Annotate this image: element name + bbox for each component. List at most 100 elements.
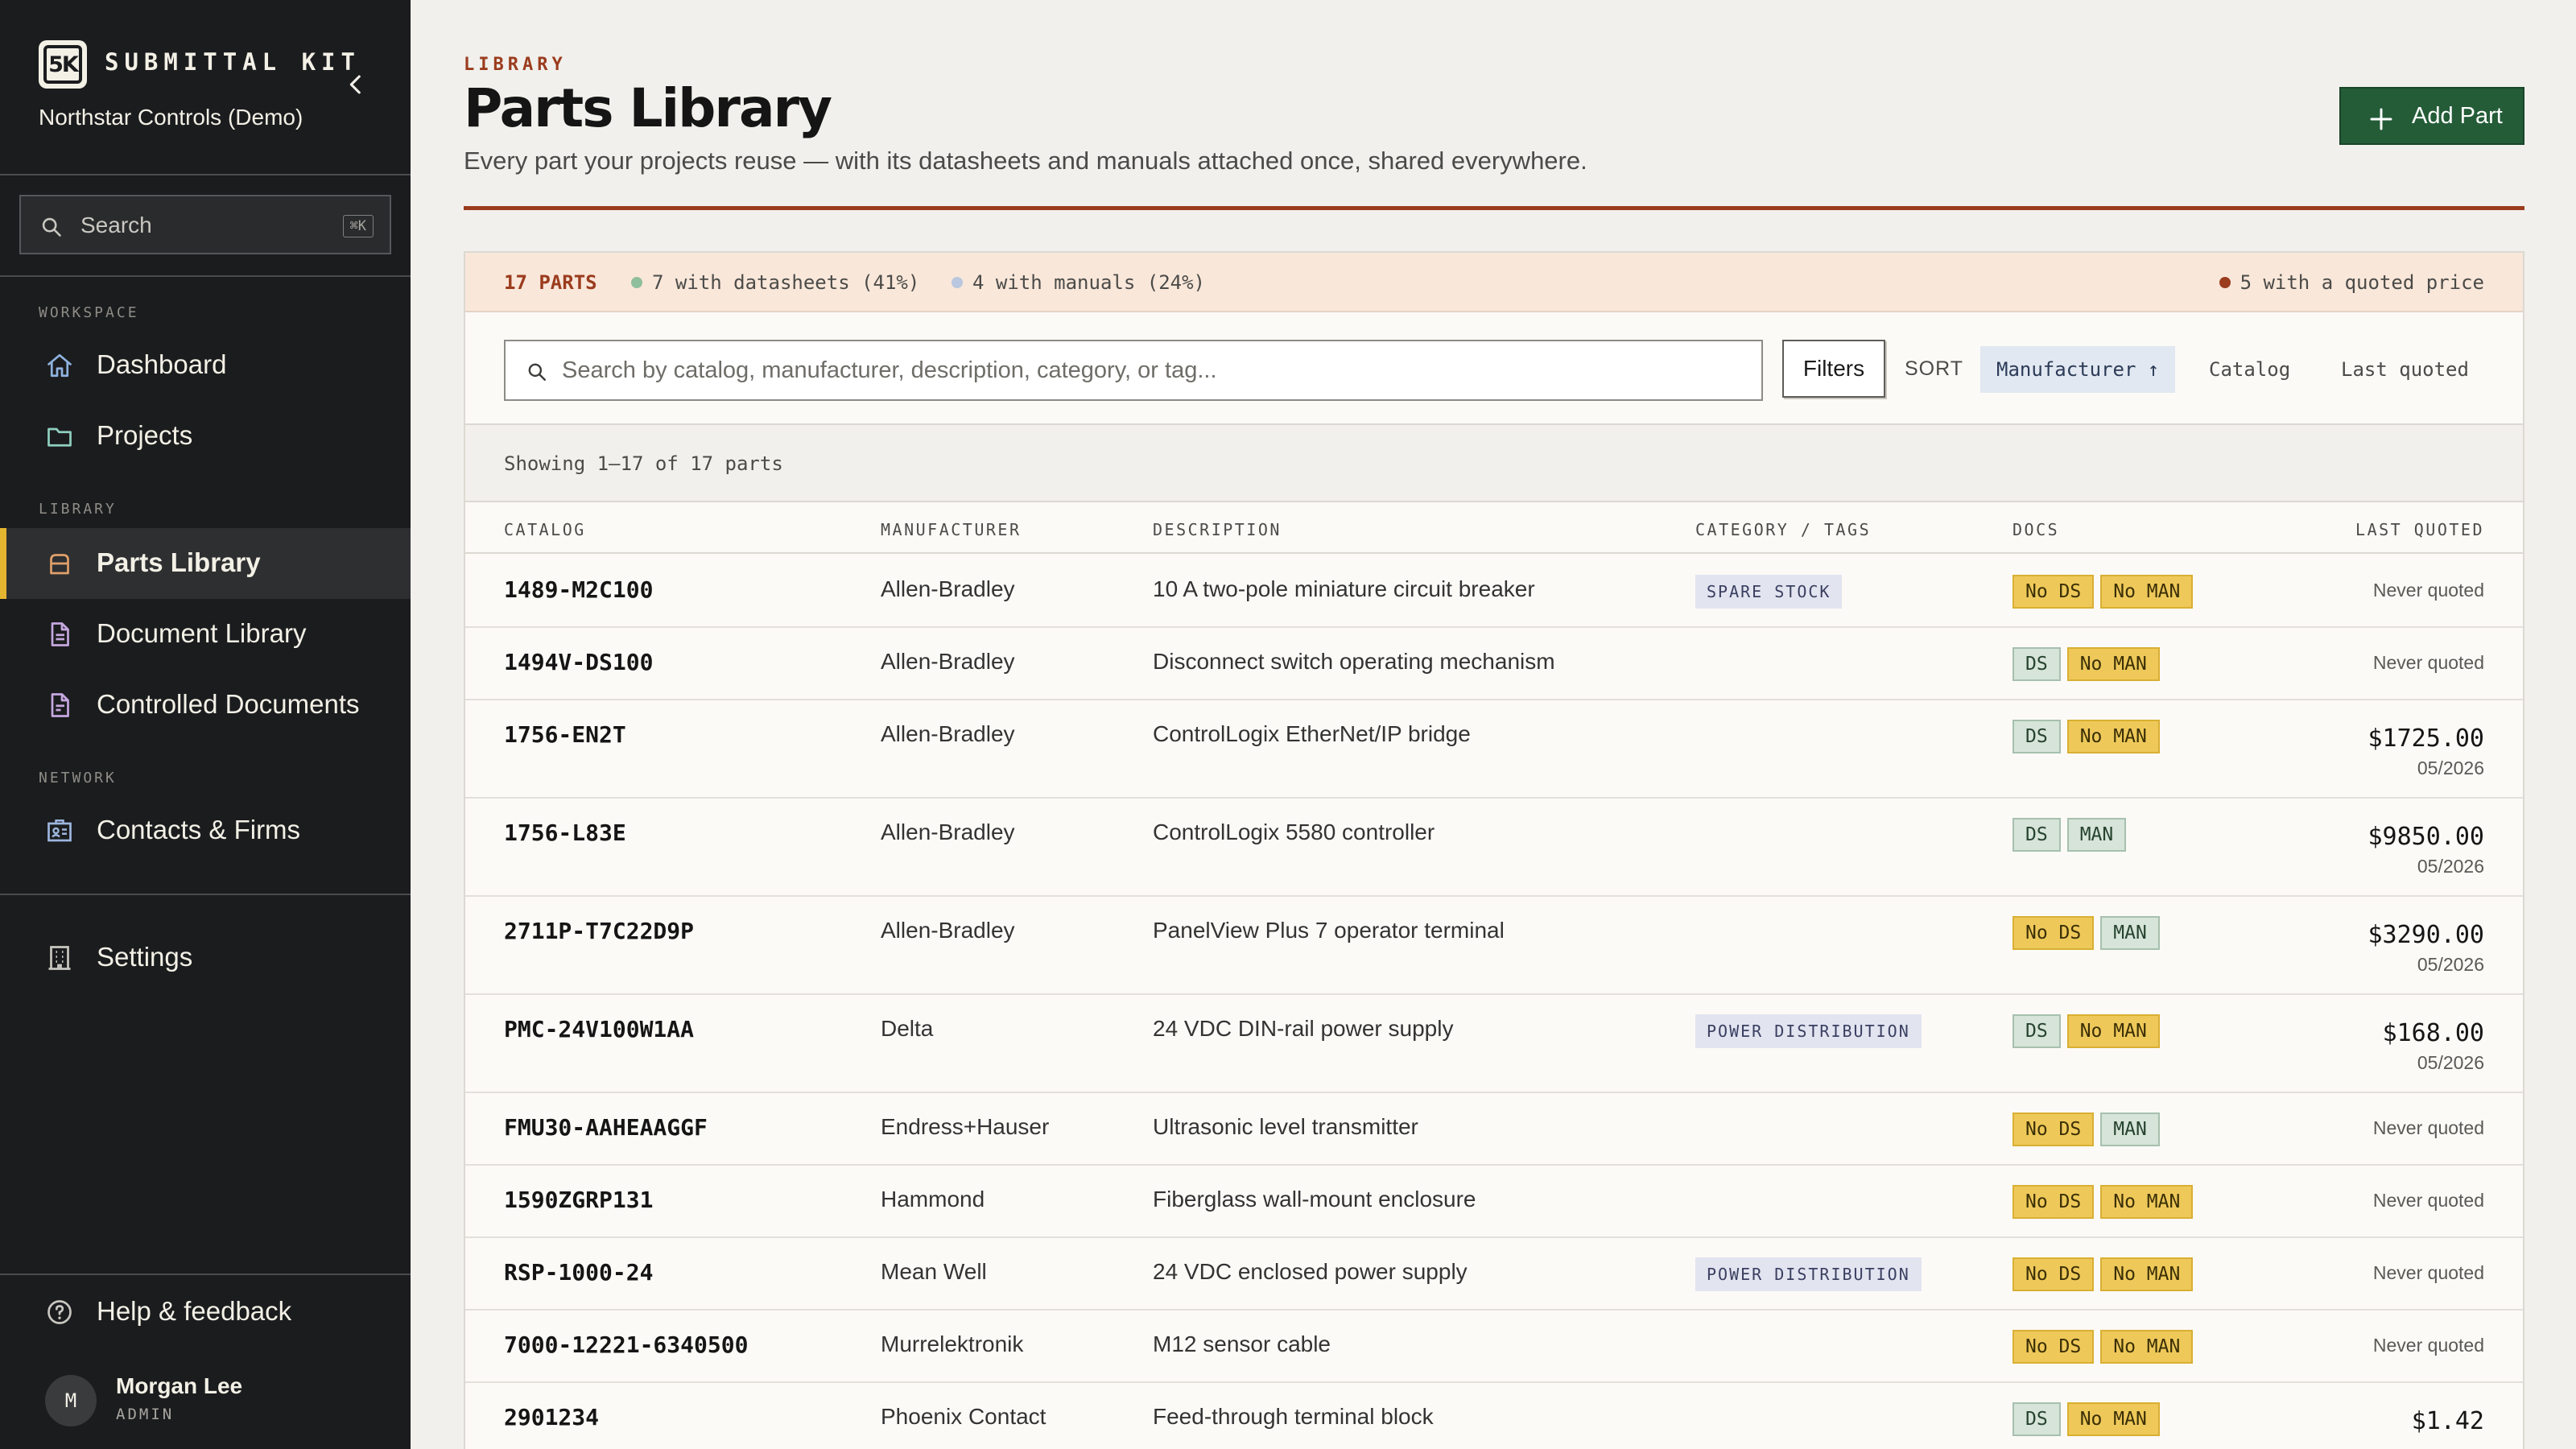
category-tag[interactable]: POWER DISTRIBUTION: [1695, 1257, 1922, 1291]
toolbar: Filters SORT Manufacturer ↑ Catalog Last…: [465, 312, 2523, 425]
sidebar-item-help-feedback[interactable]: Help & feedback: [0, 1277, 411, 1348]
datasheet-badge[interactable]: DS: [2013, 1014, 2061, 1048]
table-row[interactable]: FMU30-AAHEAAGGF Endress+Hauser Ultrasonic …: [465, 1093, 2523, 1166]
catalog-cell[interactable]: 2711P-T7C22D9P: [504, 918, 694, 944]
column-header[interactable]: CATALOG: [504, 520, 586, 539]
sidebar-item-controlled-documents[interactable]: Controlled Documents: [0, 670, 411, 741]
manufacturer-cell: Phoenix Contact: [881, 1404, 1046, 1429]
collapse-sidebar-button[interactable]: [342, 71, 369, 98]
manual-badge[interactable]: MAN: [2100, 1113, 2160, 1146]
quoted-date: 05/2026: [2417, 954, 2484, 975]
datasheet-badge[interactable]: No DS: [2013, 916, 2095, 950]
sidebar-item-projects[interactable]: Projects: [0, 401, 411, 472]
table-row[interactable]: 1590ZGRP131 Hammond Fiberglass wall-mount …: [465, 1166, 2523, 1238]
column-header[interactable]: DESCRIPTION: [1153, 520, 1282, 539]
catalog-cell[interactable]: 1756-EN2T: [504, 721, 626, 748]
quoted-price: $1.42: [2411, 1407, 2484, 1435]
docs-cell: No DS No MAN: [2013, 575, 2194, 609]
docs-cell: DS No MAN: [2013, 647, 2160, 681]
docs-cell: No DS No MAN: [2013, 1330, 2194, 1364]
datasheets-stat-text: 7 with datasheets (41%): [652, 271, 920, 294]
parts-search-input[interactable]: [562, 341, 1745, 399]
user-name: Morgan Lee: [116, 1373, 243, 1398]
table-row[interactable]: PMC-24V100W1AA Delta 24 VDC DIN-rail power…: [465, 995, 2523, 1093]
datasheet-badge[interactable]: No DS: [2013, 1257, 2095, 1291]
sidebar-item-dashboard[interactable]: Dashboard: [0, 330, 411, 401]
manual-badge[interactable]: No MAN: [2100, 1330, 2194, 1364]
column-header[interactable]: CATEGORY / TAGS: [1695, 520, 1871, 539]
catalog-cell[interactable]: 2901234: [504, 1404, 599, 1430]
table-row[interactable]: 7000-12221-6340500 Murrelektronik M12 sens…: [465, 1311, 2523, 1383]
datasheet-badge[interactable]: DS: [2013, 647, 2061, 681]
table-row[interactable]: 2901234 Phoenix Contact Feed-through termi…: [465, 1383, 2523, 1449]
never-quoted-text: Never quoted: [2372, 1190, 2484, 1211]
datasheet-badge[interactable]: No DS: [2013, 1113, 2095, 1146]
sidebar-item-parts-library[interactable]: Parts Library: [0, 528, 411, 599]
filters-button[interactable]: Filters: [1782, 340, 1885, 398]
manual-badge[interactable]: No MAN: [2100, 1257, 2194, 1291]
catalog-cell[interactable]: 1489-M2C100: [504, 576, 653, 603]
datasheets-stat: 7 with datasheets (41%): [631, 271, 919, 294]
table-row[interactable]: 1494V-DS100 Allen-Bradley Disconnect switc…: [465, 628, 2523, 700]
table-row[interactable]: 1756-EN2T Allen-Bradley ControlLogix Ether…: [465, 700, 2523, 799]
category-tag[interactable]: POWER DISTRIBUTION: [1695, 1014, 1922, 1048]
manual-badge[interactable]: No MAN: [2066, 1014, 2160, 1048]
sidebar-item-label: Controlled Documents: [97, 689, 360, 719]
sidebar-item-settings[interactable]: Settings: [0, 923, 411, 993]
manual-badge[interactable]: No MAN: [2066, 720, 2160, 753]
category-tag[interactable]: SPARE STOCK: [1695, 575, 1843, 609]
sidebar-item-document-library[interactable]: Document Library: [0, 599, 411, 670]
catalog-cell[interactable]: FMU30-AAHEAAGGF: [504, 1114, 708, 1141]
add-part-button[interactable]: Add Part: [2339, 87, 2524, 145]
datasheet-badge[interactable]: DS: [2013, 818, 2061, 852]
sidebar-item-label: Dashboard: [97, 349, 227, 379]
document-icon: [51, 622, 69, 646]
sort-last-quoted[interactable]: Last quoted: [2325, 346, 2485, 393]
column-header[interactable]: MANUFACTURER: [881, 520, 1022, 539]
catalog-cell[interactable]: PMC-24V100W1AA: [504, 1016, 694, 1042]
last-quoted-cell: Never quoted: [2373, 1262, 2484, 1284]
quoted-stat: 5 with a quoted price: [2219, 271, 2484, 294]
quoted-date: 05/2026: [2417, 856, 2484, 877]
sidebar-item-contacts-firms[interactable]: Contacts & Firms: [0, 795, 411, 866]
manual-badge[interactable]: MAN: [2066, 818, 2127, 852]
catalog-cell[interactable]: 1590ZGRP131: [504, 1187, 653, 1213]
column-header[interactable]: DOCS: [2013, 520, 2059, 539]
last-quoted-cell: Never quoted: [2373, 652, 2484, 674]
manufacturer-cell: Endress+Hauser: [881, 1114, 1050, 1139]
brand-logo[interactable]: 5K: [39, 40, 87, 89]
column-header[interactable]: LAST QUOTED: [2355, 520, 2484, 539]
manual-badge[interactable]: MAN: [2100, 916, 2160, 950]
datasheet-badge[interactable]: DS: [2013, 720, 2061, 753]
datasheet-badge[interactable]: No DS: [2013, 1185, 2095, 1219]
last-quoted-cell: Never quoted: [2373, 1190, 2484, 1212]
catalog-cell[interactable]: 1756-L83E: [504, 819, 626, 846]
manual-badge[interactable]: No MAN: [2100, 575, 2194, 609]
manual-badge[interactable]: No MAN: [2100, 1185, 2194, 1219]
sort-catalog[interactable]: Catalog: [2193, 346, 2306, 393]
table-row[interactable]: RSP-1000-24 Mean Well 24 VDC enclosed powe…: [465, 1238, 2523, 1311]
manufacturer-cell: Allen-Bradley: [881, 721, 1015, 746]
table-row[interactable]: 1489-M2C100 Allen-Bradley 10 A two-pole mi…: [465, 555, 2523, 628]
parts-count: 17 PARTS: [504, 271, 597, 294]
manual-badge[interactable]: No MAN: [2066, 647, 2160, 681]
sort-manufacturer[interactable]: Manufacturer ↑: [1980, 346, 2176, 393]
manual-badge[interactable]: No MAN: [2066, 1402, 2160, 1436]
never-quoted-text: Never quoted: [2372, 580, 2484, 601]
brand: 5K SUBMITTAL KIT Northstar Controls (Dem…: [39, 40, 377, 137]
datasheet-badge[interactable]: No DS: [2013, 1330, 2095, 1364]
table-row[interactable]: 2711P-T7C22D9P Allen-Bradley PanelView Plu…: [465, 897, 2523, 995]
catalog-cell[interactable]: 1494V-DS100: [504, 649, 653, 675]
docs-cell: No DS MAN: [2013, 916, 2160, 950]
docs-cell: DS No MAN: [2013, 720, 2160, 753]
datasheet-badge[interactable]: No DS: [2013, 575, 2095, 609]
sidebar-search[interactable]: Search ⌘K: [19, 195, 391, 254]
organization-name[interactable]: Northstar Controls (Demo): [39, 105, 303, 130]
catalog-cell[interactable]: 7000-12221-6340500: [504, 1331, 748, 1358]
table-row[interactable]: 1756-L83E Allen-Bradley ControlLogix 5580 …: [465, 799, 2523, 897]
never-quoted-text: Never quoted: [2372, 1335, 2484, 1356]
parts-search[interactable]: [504, 340, 1763, 401]
docs-cell: No DS No MAN: [2013, 1185, 2194, 1219]
catalog-cell[interactable]: RSP-1000-24: [504, 1259, 653, 1286]
datasheet-badge[interactable]: DS: [2013, 1402, 2061, 1436]
